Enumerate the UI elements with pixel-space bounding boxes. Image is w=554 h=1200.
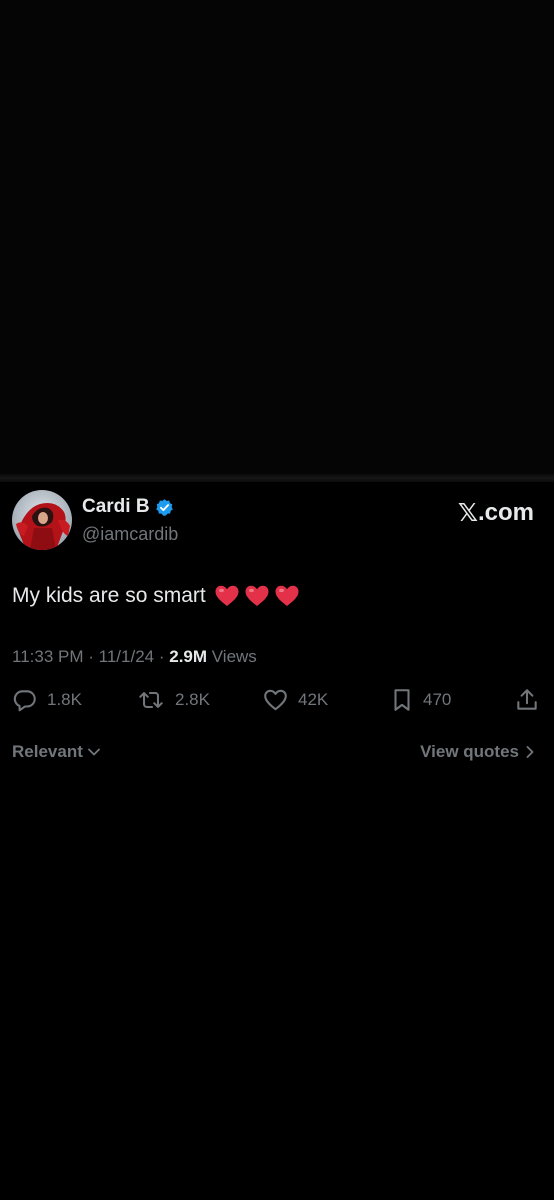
red-heart-icon [245,585,269,606]
tweet-card: Cardi B @iamcardib 𝕏 .com My kids are so… [0,482,554,782]
tweet-body: My kids are so smart [12,584,206,607]
x-com-watermark: 𝕏 .com [458,498,534,527]
red-heart-icon [215,585,239,606]
views-count: 2.9M [169,647,208,666]
speech-bubble-icon [13,690,36,712]
bookmark-icon [394,689,410,711]
empty-top-area [0,0,554,476]
meta-separator: · [88,647,99,666]
heart-outline-icon [264,689,287,711]
share-button[interactable] [514,687,549,713]
repost-arrows-icon [139,692,163,708]
avatar[interactable] [12,490,72,550]
view-quotes-link[interactable]: View quotes [420,742,538,762]
tweet-date[interactable]: 11/1/24 [99,647,154,666]
action-bar: 1.8K 2.8K 42K 470 [12,687,542,715]
x-logo-icon: 𝕏 [457,498,478,527]
bookmark-button[interactable]: 470 [390,687,451,713]
tweet-text-row: My kids are so smart [12,584,300,608]
red-heart-icon [275,585,299,606]
reply-button[interactable]: 1.8K [12,687,82,713]
share-upload-icon [517,689,537,710]
brand-domain: .com [477,498,534,526]
chevron-right-icon [526,746,534,758]
tweet-meta: 11:33 PM · 11/1/24 · 2.9M Views [12,647,257,667]
chevron-down-icon [87,748,100,756]
reply-count: 1.8K [47,690,82,709]
views-label: Views [211,647,257,666]
author-name-row[interactable]: Cardi B [82,496,174,518]
reply-filters: Relevant View quotes [12,742,542,766]
author-name[interactable]: Cardi B [82,496,150,518]
meta-separator: · [158,647,170,666]
view-quotes-label: View quotes [420,742,519,761]
repost-count: 2.8K [175,690,210,709]
sort-label: Relevant [12,742,83,761]
verified-badge-icon [155,498,174,517]
author-handle[interactable]: @iamcardib [82,524,178,545]
like-button[interactable]: 42K [262,687,328,713]
heart-emoji-group [214,584,300,608]
like-count: 42K [298,690,329,709]
top-divider [0,474,554,482]
sort-dropdown[interactable]: Relevant [12,742,102,762]
tweet-time[interactable]: 11:33 PM [12,647,84,666]
repost-button[interactable]: 2.8K [136,687,210,713]
bookmark-count: 470 [423,690,452,709]
